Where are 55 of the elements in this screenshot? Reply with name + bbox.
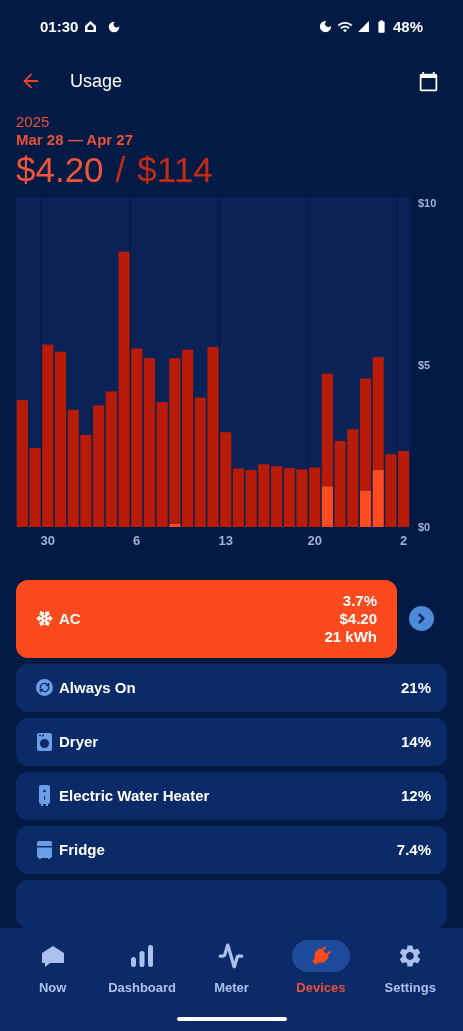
device-name: Dryer xyxy=(59,731,99,752)
nav-tab[interactable]: Now xyxy=(12,939,93,998)
bar xyxy=(283,468,295,527)
x-tick-label: 13 xyxy=(218,532,233,548)
bar xyxy=(245,469,257,527)
device-card[interactable]: Electric Water Heater 12% xyxy=(16,771,447,820)
water-heater-icon xyxy=(39,785,50,807)
nav-tab[interactable]: Meter xyxy=(191,939,272,998)
battery-percent: 48% xyxy=(392,16,423,37)
fridge-icon xyxy=(37,840,52,859)
bar xyxy=(258,464,270,527)
signal-icon xyxy=(356,20,370,34)
device-card[interactable]: Always On 21% xyxy=(16,663,447,712)
device-name: AC xyxy=(59,608,81,629)
device-cost: $4.20 xyxy=(339,609,377,628)
snowflake-icon xyxy=(36,610,53,628)
x-tick-label: 6 xyxy=(133,532,141,548)
nav-tab[interactable]: Dashboard xyxy=(102,939,183,998)
nav-tab[interactable]: Settings xyxy=(370,939,451,998)
device-name: Always On xyxy=(59,677,136,698)
x-tick-label: 20 xyxy=(307,532,322,548)
y-tick-label: $10 xyxy=(418,197,437,210)
device-card[interactable]: Dryer 14% xyxy=(16,717,447,766)
date-range: Mar 28 — Apr 27 xyxy=(16,130,134,149)
year-label: 2025 xyxy=(16,112,51,131)
washing-machine-icon xyxy=(37,732,52,751)
y-tick-label: $5 xyxy=(418,359,431,372)
x-tick-label: 2 xyxy=(400,532,408,548)
moon-icon xyxy=(317,19,333,35)
nav-tab[interactable]: Devices xyxy=(280,939,361,998)
device-name: Fridge xyxy=(59,839,105,860)
page-title: Usage xyxy=(70,69,123,93)
pulse-icon xyxy=(218,942,245,969)
separator: / xyxy=(115,148,126,191)
device-share: 14% xyxy=(400,731,431,752)
device-energy: 21 kWh xyxy=(324,627,377,646)
device-card[interactable]: Fridge 7.4% xyxy=(16,825,447,874)
device-name: Electric Water Heater xyxy=(59,785,210,806)
house-bubble-icon xyxy=(40,943,65,968)
device-share: 21% xyxy=(400,677,431,698)
device-share: 7.4% xyxy=(396,839,431,860)
home-icon xyxy=(84,20,98,34)
next-button[interactable] xyxy=(409,606,434,632)
clock: 01:30 xyxy=(40,16,79,37)
refresh-icon xyxy=(36,679,53,697)
device-share: 3.7% xyxy=(342,591,377,610)
x-tick-label: 30 xyxy=(40,532,55,548)
bar xyxy=(296,469,308,527)
total-amount: $114 xyxy=(137,148,213,191)
device-share: 12% xyxy=(400,785,431,806)
usage-amount: $4.20 xyxy=(16,148,104,191)
moon-icon xyxy=(107,19,122,34)
bar-chart-icon xyxy=(130,943,155,968)
y-tick-label: $0 xyxy=(418,520,431,533)
calendar-icon xyxy=(418,70,439,92)
